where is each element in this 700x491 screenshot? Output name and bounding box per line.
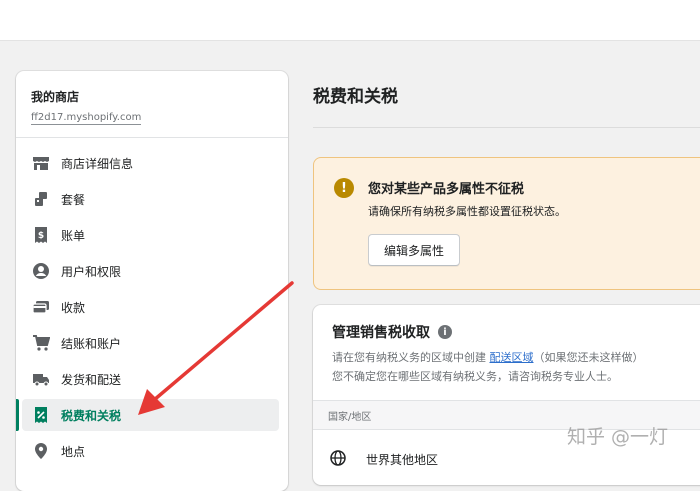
watermark: 知乎 @一灯 xyxy=(567,426,669,448)
annotation-arrow xyxy=(138,281,294,415)
